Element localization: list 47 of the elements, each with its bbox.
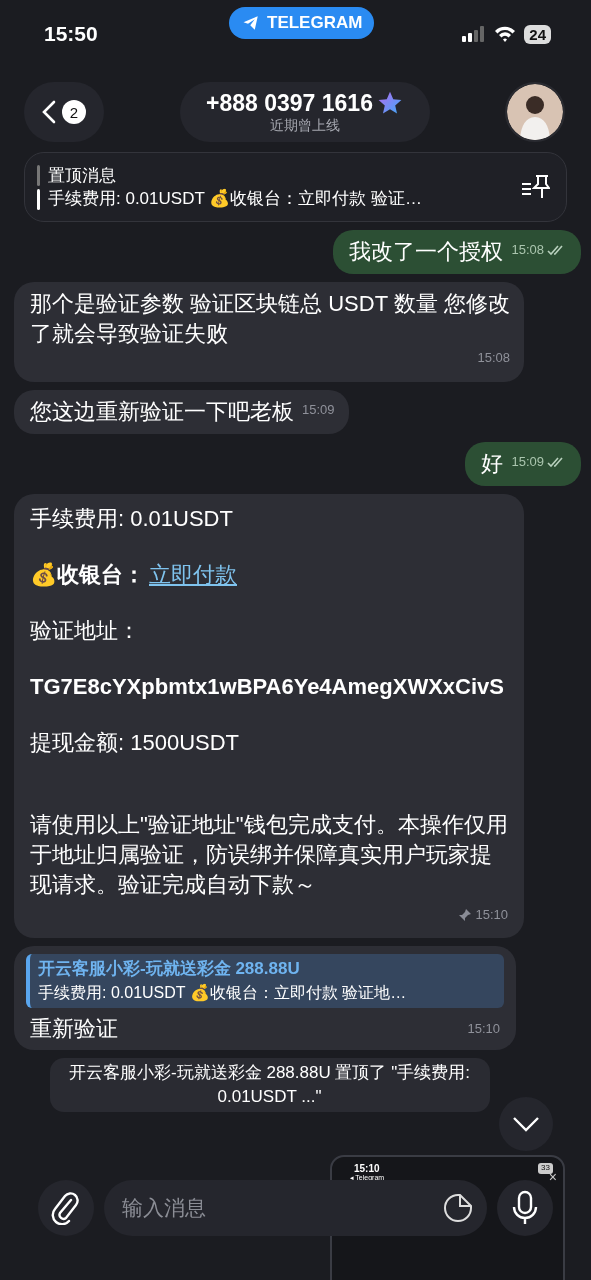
wallet-address: TG7E8cYXpbmtx1wBPA6Ye4AmegXWXxCivS [30,673,505,701]
message-time: 15:10 [475,906,508,924]
chat-status: 近期曾上线 [269,116,340,135]
signal-icon [462,26,487,42]
message-text: 验证地址： [30,617,141,645]
message-time: 15:09 [511,453,544,471]
message-text: 重新验证 [30,1015,118,1043]
reply-quote[interactable]: 开云客服小彩-玩就送彩金 288.88U 手续费用: 0.01USDT 💰收银台：立即付款 验证地… [26,954,504,1008]
message-time: 15:09 [302,401,335,419]
unread-count: 2 [62,100,86,124]
message-text: 手续费用: 0.01USDT [30,505,234,533]
sticker-icon[interactable] [443,1193,473,1223]
preview-battery: 33 [538,1163,553,1174]
pinned-label: 置顶消息 [48,165,117,187]
pin-list-icon[interactable] [520,174,550,200]
message-text: 提现金额: 1500USDT [30,729,241,757]
message-time: 15:08 [477,349,510,367]
message-time: 15:08 [511,241,544,259]
paperclip-icon [51,1191,81,1225]
cashier-label: 💰收银台： [30,561,145,589]
chat-title: +888 0397 1616 [206,89,373,117]
status-time: 15:50 [44,22,98,46]
message-field[interactable]: 输入消息 [104,1180,487,1236]
reply-text: 手续费用: 0.01USDT 💰收银台：立即付款 验证地… [38,983,408,1004]
paper-plane-icon [241,14,261,32]
message-text: 您这边重新验证一下吧老板 [30,398,294,426]
pinned-text: 手续费用: 0.01USDT 💰收银台：立即付款 验证… [48,188,423,210]
chat-title-pill[interactable]: +888 0397 1616 近期曾上线 [179,82,430,142]
message-text: 请使用以上"验证地址"钱包完成支付。本操作仅用于地址归属验证，防误绑并保障真实用户玩家提现请求。验证完成自动下款～ [30,811,508,899]
pay-link[interactable]: 立即付款 [149,560,237,590]
pinned-message-bar[interactable]: 置顶消息 手续费用: 0.01USDT 💰收银台：立即付款 验证… [24,152,567,222]
microphone-icon [512,1190,538,1226]
message-input[interactable]: 输入消息 [120,1195,443,1221]
star-icon [376,90,403,116]
chevron-down-icon [512,1116,540,1132]
chevron-left-icon [42,100,56,124]
wifi-icon [494,26,517,42]
avatar-icon[interactable] [505,82,565,142]
battery-icon: 24 [524,24,551,44]
message-text: 那个是验证参数 验证区块链总 USDT 数量 您修改了就会导致验证失败 [30,290,510,348]
service-message: 开云客服小彩-玩就送彩金 288.88U 置顶了 "手续费用: 0.01USDT ..." [49,1058,490,1112]
message-text: 好 [481,450,504,478]
back-button[interactable]: 2 [24,82,104,142]
reply-author: 开云客服小彩-玩就送彩金 288.88U [38,958,301,980]
message-text: 我改了一个授权 [349,238,504,266]
preview-time: 15:10 [354,1163,380,1174]
message-time: 15:10 [467,1020,500,1038]
